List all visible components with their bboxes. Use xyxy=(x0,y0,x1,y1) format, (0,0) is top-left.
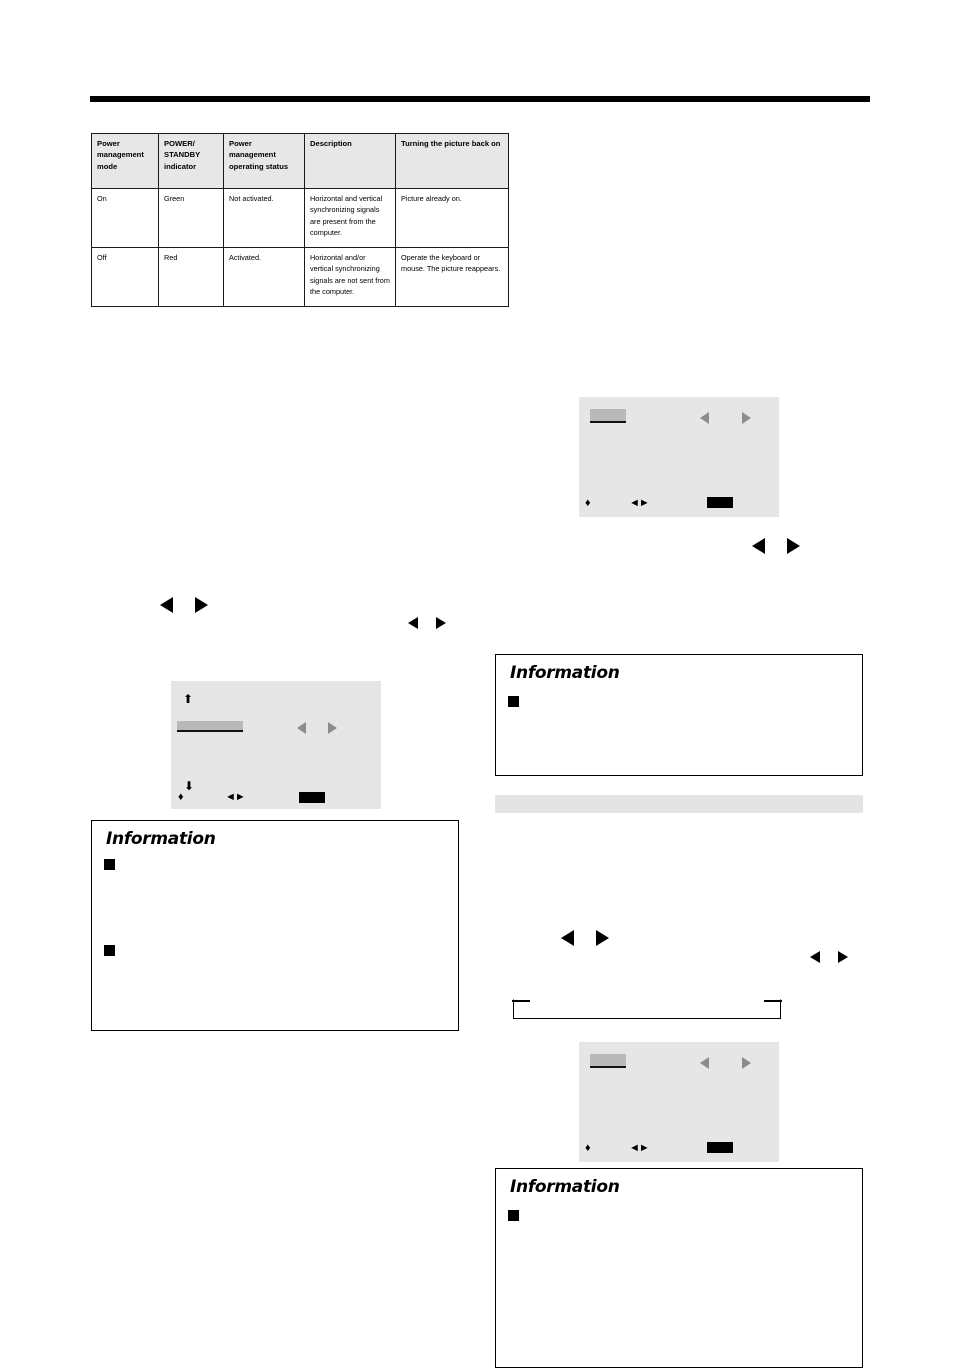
bullet-square-icon xyxy=(104,945,115,956)
updown-glyph-icon: ♦ xyxy=(178,791,184,803)
cell-status: Activated. xyxy=(223,247,305,307)
osd-selected-item-highlight[interactable] xyxy=(177,721,243,732)
information-box-right-lower: Information xyxy=(495,1168,863,1368)
updown-glyph-icon: ♦ xyxy=(585,497,591,509)
glyphs-left-col-2 xyxy=(408,617,446,629)
cell-mode: On xyxy=(91,188,159,248)
glyphs-right-col-1 xyxy=(752,538,800,554)
bracketed-caption-box xyxy=(512,999,782,1019)
left-arrow-icon[interactable] xyxy=(700,412,709,424)
left-triangle-icon xyxy=(408,617,418,629)
information-title: Information xyxy=(106,829,216,849)
bracket-tick-left xyxy=(512,1000,531,1002)
osd-menu-top-right[interactable]: ♦ ◄► xyxy=(579,397,779,517)
header-rule xyxy=(90,96,870,102)
cell-description: Horizontal and vertical synchronizing si… xyxy=(304,188,396,248)
left-triangle-icon xyxy=(752,538,765,554)
information-title: Information xyxy=(510,1177,620,1197)
scroll-up-arrow-icon[interactable]: ⬆ xyxy=(183,693,193,705)
right-triangle-icon xyxy=(838,951,848,963)
bracket-tick-right xyxy=(763,1000,782,1002)
right-triangle-icon xyxy=(195,597,208,613)
updown-glyph-icon: ♦ xyxy=(585,1142,591,1154)
osd-selected-item-highlight[interactable] xyxy=(590,1054,626,1068)
cell-turning-back-on: Operate the keyboard or mouse. The pictu… xyxy=(395,247,509,307)
left-triangle-icon xyxy=(160,597,173,613)
leftright-glyph-icon: ◄► xyxy=(629,1142,650,1154)
bullet-square-icon xyxy=(508,696,519,707)
osd-menu-left[interactable]: ⬆ ⬇ ♦ ◄► xyxy=(171,681,381,809)
cell-description: Horizontal and/or vertical synchronizing… xyxy=(304,247,396,307)
glyphs-right-col-3 xyxy=(810,951,848,963)
right-arrow-icon[interactable] xyxy=(742,412,751,424)
right-triangle-icon xyxy=(787,538,800,554)
table-header: Power management mode POWER/ STANDBY ind… xyxy=(91,133,509,189)
column-header-operating-status: Power management operating status xyxy=(223,133,305,189)
cell-status: Not activated. xyxy=(223,188,305,248)
cell-indicator: Green xyxy=(158,188,224,248)
section-heading-bar xyxy=(495,795,863,813)
osd-menu-bottom-right[interactable]: ♦ ◄► xyxy=(579,1042,779,1162)
leftright-glyph-icon: ◄► xyxy=(629,497,650,509)
osd-footer-button-block[interactable] xyxy=(707,1142,733,1153)
left-triangle-icon xyxy=(810,951,820,963)
bullet-square-icon xyxy=(104,859,115,870)
bullet-square-icon xyxy=(508,1210,519,1221)
osd-footer-button-block[interactable] xyxy=(707,497,733,508)
information-box-right-upper: Information xyxy=(495,654,863,776)
column-header-turning-picture-back-on: Turning the picture back on xyxy=(395,133,509,189)
cell-indicator: Red xyxy=(158,247,224,307)
cell-mode: Off xyxy=(91,247,159,307)
glyphs-left-col-1 xyxy=(160,597,208,613)
right-arrow-icon[interactable] xyxy=(328,722,337,734)
information-box-left: Information xyxy=(91,820,459,1031)
table-row: Off Red Activated. Horizontal and/or ver… xyxy=(91,247,509,307)
table-row: On Green Not activated. Horizontal and v… xyxy=(91,188,509,248)
right-triangle-icon xyxy=(436,617,446,629)
left-arrow-icon[interactable] xyxy=(297,722,306,734)
leftright-glyph-icon: ◄► xyxy=(225,791,246,803)
left-triangle-icon xyxy=(561,930,574,946)
information-title: Information xyxy=(510,663,620,683)
power-management-table: Power management mode POWER/ STANDBY ind… xyxy=(91,133,509,307)
column-header-power-management-mode: Power management mode xyxy=(91,133,159,189)
left-arrow-icon[interactable] xyxy=(700,1057,709,1069)
osd-footer-button-block[interactable] xyxy=(299,792,325,803)
glyphs-right-col-2 xyxy=(561,930,609,946)
manual-page: Power management mode POWER/ STANDBY ind… xyxy=(0,0,954,1368)
osd-selected-item-highlight[interactable] xyxy=(590,409,626,423)
column-header-power-standby-indicator: POWER/ STANDBY indicator xyxy=(158,133,224,189)
right-triangle-icon xyxy=(596,930,609,946)
scroll-down-arrow-icon[interactable]: ⬇ xyxy=(184,780,194,792)
cell-turning-back-on: Picture already on. xyxy=(395,188,509,248)
right-arrow-icon[interactable] xyxy=(742,1057,751,1069)
column-header-description: Description xyxy=(304,133,396,189)
table-body: On Green Not activated. Horizontal and v… xyxy=(91,188,509,307)
table-header-row: Power management mode POWER/ STANDBY ind… xyxy=(91,133,509,189)
